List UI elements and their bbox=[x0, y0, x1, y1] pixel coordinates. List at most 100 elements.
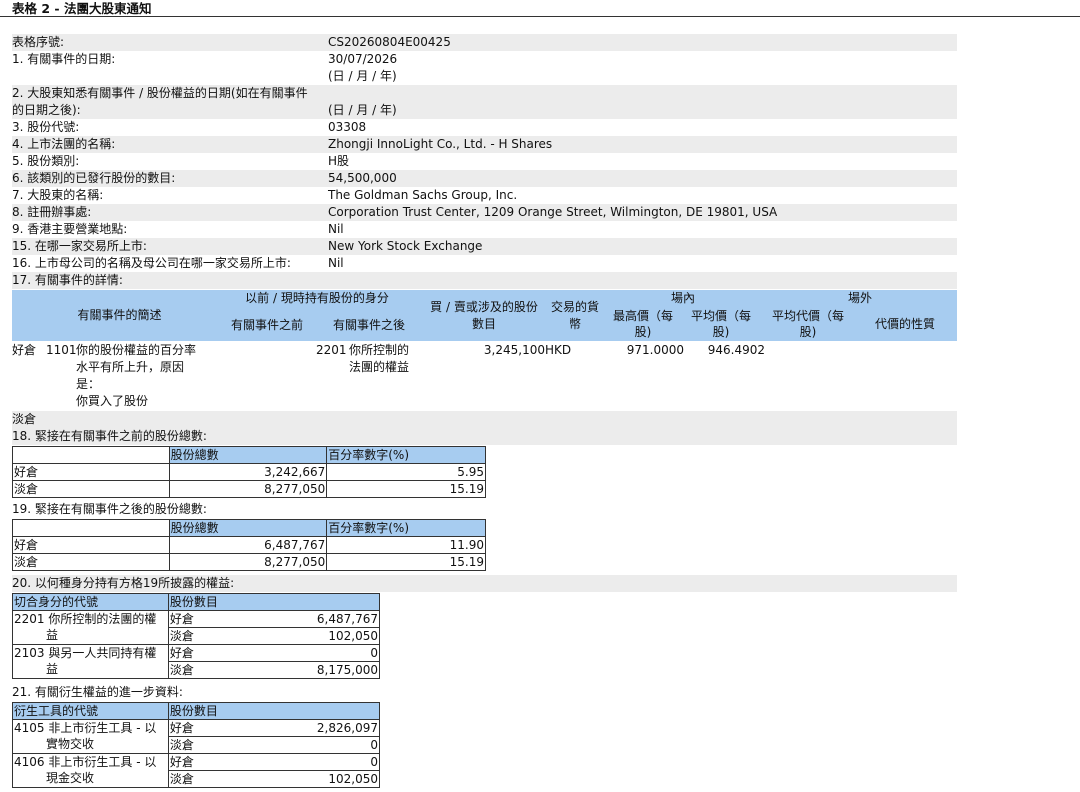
row-desc-4: 你買入了股份 bbox=[76, 394, 149, 408]
table-row: 4106 非上市衍生工具 - 以 現金交收 好倉 0 bbox=[12, 753, 381, 788]
field-label: 16. 上市母公司的名稱及母公司在哪一家交易所上市: bbox=[12, 256, 291, 270]
field-label: 3. 股份代號: bbox=[12, 120, 80, 134]
table-row: 4105 非上市衍生工具 - 以 實物交收 好倉 2,826,097 bbox=[12, 719, 381, 754]
field-label: 7. 大股東的名稱: bbox=[12, 188, 104, 202]
short-value: 0 bbox=[224, 736, 381, 754]
short-value: 8,175,000 bbox=[224, 661, 381, 679]
capacity-name-1: 與另一人共同持有權 bbox=[48, 646, 157, 660]
row-desc-2: 水平有所上升，原因 bbox=[76, 360, 185, 374]
field-row-event-date bbox=[12, 51, 957, 85]
col-header-total: 股份總數 bbox=[168, 519, 328, 537]
section-17-band bbox=[12, 272, 957, 289]
capacity-name-2: 益 bbox=[46, 628, 59, 642]
header-desc: 有關事件的簡述 bbox=[77, 308, 162, 322]
field-row-exchange bbox=[12, 238, 957, 255]
form-title: 表格 2 - 法團大股東通知 bbox=[0, 0, 1080, 17]
row-after-1: 你所控制的 bbox=[349, 343, 410, 357]
row-percent: 5.95 bbox=[326, 463, 486, 481]
section-19-title: 19. 緊接在有關事件之後的股份總數: bbox=[12, 502, 207, 516]
header-on-exchange: 場內 bbox=[670, 291, 695, 305]
header-currency-2: 幣 bbox=[568, 317, 581, 331]
row-percent: 15.19 bbox=[326, 553, 486, 571]
header-highest-1: 最高價（每 bbox=[612, 309, 673, 323]
long-value: 0 bbox=[224, 753, 381, 771]
capacity-name-1: 你所控制的法團的權 bbox=[48, 612, 157, 626]
header-average-1: 平均價（每 bbox=[690, 309, 751, 323]
header-shares-1: 買 / 賣或涉及的股份 bbox=[430, 300, 538, 314]
row-currency: HKD bbox=[545, 343, 572, 357]
field-value: Nil bbox=[328, 222, 344, 236]
header-off-exchange: 場外 bbox=[847, 291, 872, 305]
capacity-code: 2103 bbox=[14, 646, 45, 660]
long-value: 0 bbox=[224, 644, 381, 662]
col-header-total: 股份總數 bbox=[168, 446, 328, 464]
header-average-2: 股) bbox=[712, 325, 730, 339]
field-value: 03308 bbox=[328, 120, 367, 134]
table-row: 2201 你所控制的法團的權 益 好倉 6,487,767 bbox=[12, 610, 381, 645]
row-code: 1101 bbox=[46, 343, 77, 357]
row-percent: 15.19 bbox=[326, 480, 486, 498]
field-label-cont: 的日期之後): bbox=[12, 103, 81, 117]
header-avg-consideration-1: 平均代價（每 bbox=[771, 309, 844, 323]
field-value: Corporation Trust Center, 1209 Orange St… bbox=[328, 205, 778, 219]
header-avg-consideration-2: 股) bbox=[799, 325, 817, 339]
header-before: 有關事件之前 bbox=[230, 318, 303, 332]
short-position-label: 淡倉 bbox=[12, 412, 37, 426]
row-after-2: 法團的權益 bbox=[349, 360, 410, 374]
section-20-table: 切合身分的代號 股份數目 2201 你所控制的法團的權 益 好倉 6,487,7… bbox=[12, 593, 381, 679]
row-percent: 11.90 bbox=[326, 536, 486, 554]
capacity-name-2: 益 bbox=[46, 662, 59, 676]
field-label: 6. 該類別的已發行股份的數目: bbox=[12, 171, 176, 185]
derivative-code: 4105 bbox=[14, 721, 45, 735]
header-nature: 代價的性質 bbox=[874, 317, 935, 331]
header-currency-1: 交易的貨 bbox=[550, 300, 599, 314]
col-header-shares: 股份數目 bbox=[167, 702, 381, 720]
field-row-serial bbox=[12, 34, 957, 51]
field-value: 54,500,000 bbox=[328, 171, 397, 185]
row-total: 3,242,667 bbox=[168, 463, 328, 481]
field-label: 2. 大股東知悉有關事件 / 股份權益的日期(如在有關事件 bbox=[12, 86, 308, 100]
row-label: 淡倉 bbox=[12, 553, 170, 571]
long-value: 2,826,097 bbox=[224, 719, 381, 737]
row-label: 好倉 bbox=[12, 536, 170, 554]
field-value: H股 bbox=[328, 154, 350, 168]
section-17-title: 17. 有關事件的詳情: bbox=[12, 273, 123, 287]
capacity-cell: 2201 你所控制的法團的權 益 bbox=[12, 610, 169, 645]
row-highest: 971.0000 bbox=[626, 343, 684, 357]
field-label: 表格序號: bbox=[12, 35, 65, 49]
row-total: 8,277,050 bbox=[168, 480, 328, 498]
long-label: 好倉 bbox=[167, 753, 225, 771]
derivative-name-2: 現金交收 bbox=[46, 771, 95, 785]
long-value: 6,487,767 bbox=[224, 610, 381, 628]
row-total: 6,487,767 bbox=[168, 536, 328, 554]
table-row: 好倉 6,487,767 11.90 bbox=[12, 536, 486, 554]
derivative-name-2: 實物交收 bbox=[46, 737, 95, 751]
table-row: 淡倉 8,277,050 15.19 bbox=[12, 553, 486, 571]
long-label: 好倉 bbox=[167, 719, 225, 737]
row-desc-1: 你的股份權益的百分率 bbox=[76, 343, 197, 357]
field-value: (日 / 月 / 年) bbox=[328, 103, 397, 117]
derivative-name-1: 非上市衍生工具 - 以 bbox=[48, 755, 157, 769]
row-label: 好倉 bbox=[12, 463, 170, 481]
field-value-format: (日 / 月 / 年) bbox=[328, 69, 397, 83]
section-21-table: 衍生工具的代號 股份數目 4105 非上市衍生工具 - 以 實物交收 好倉 2,… bbox=[12, 702, 381, 788]
row-average: 946.4902 bbox=[707, 343, 765, 357]
header-highest-2: 股) bbox=[634, 325, 652, 339]
table-row: 好倉 3,242,667 5.95 bbox=[12, 463, 486, 481]
field-value: Zhongji InnoLight Co., Ltd. - H Shares bbox=[328, 137, 553, 151]
short-label: 淡倉 bbox=[167, 770, 225, 788]
table-corner bbox=[12, 446, 170, 464]
capacity-code: 2201 bbox=[14, 612, 45, 626]
field-row-stock-code bbox=[12, 119, 957, 136]
header-after: 有關事件之後 bbox=[332, 318, 405, 332]
derivative-cell: 4105 非上市衍生工具 - 以 實物交收 bbox=[12, 719, 169, 754]
field-row-hk-office bbox=[12, 221, 957, 238]
field-label: 15. 在哪一家交易所上市: bbox=[12, 239, 147, 253]
field-row-class bbox=[12, 153, 957, 170]
header-capacity: 以前 / 現時持有股份的身分 bbox=[245, 291, 389, 305]
section-18-table: 股份總數 百分率數字(%) 好倉 3,242,667 5.95 淡倉 8,277… bbox=[12, 446, 486, 498]
field-value: New York Stock Exchange bbox=[328, 239, 483, 253]
short-value: 102,050 bbox=[224, 770, 381, 788]
derivative-name-1: 非上市衍生工具 - 以 bbox=[48, 721, 157, 735]
row-after-code: 2201 bbox=[316, 343, 347, 357]
